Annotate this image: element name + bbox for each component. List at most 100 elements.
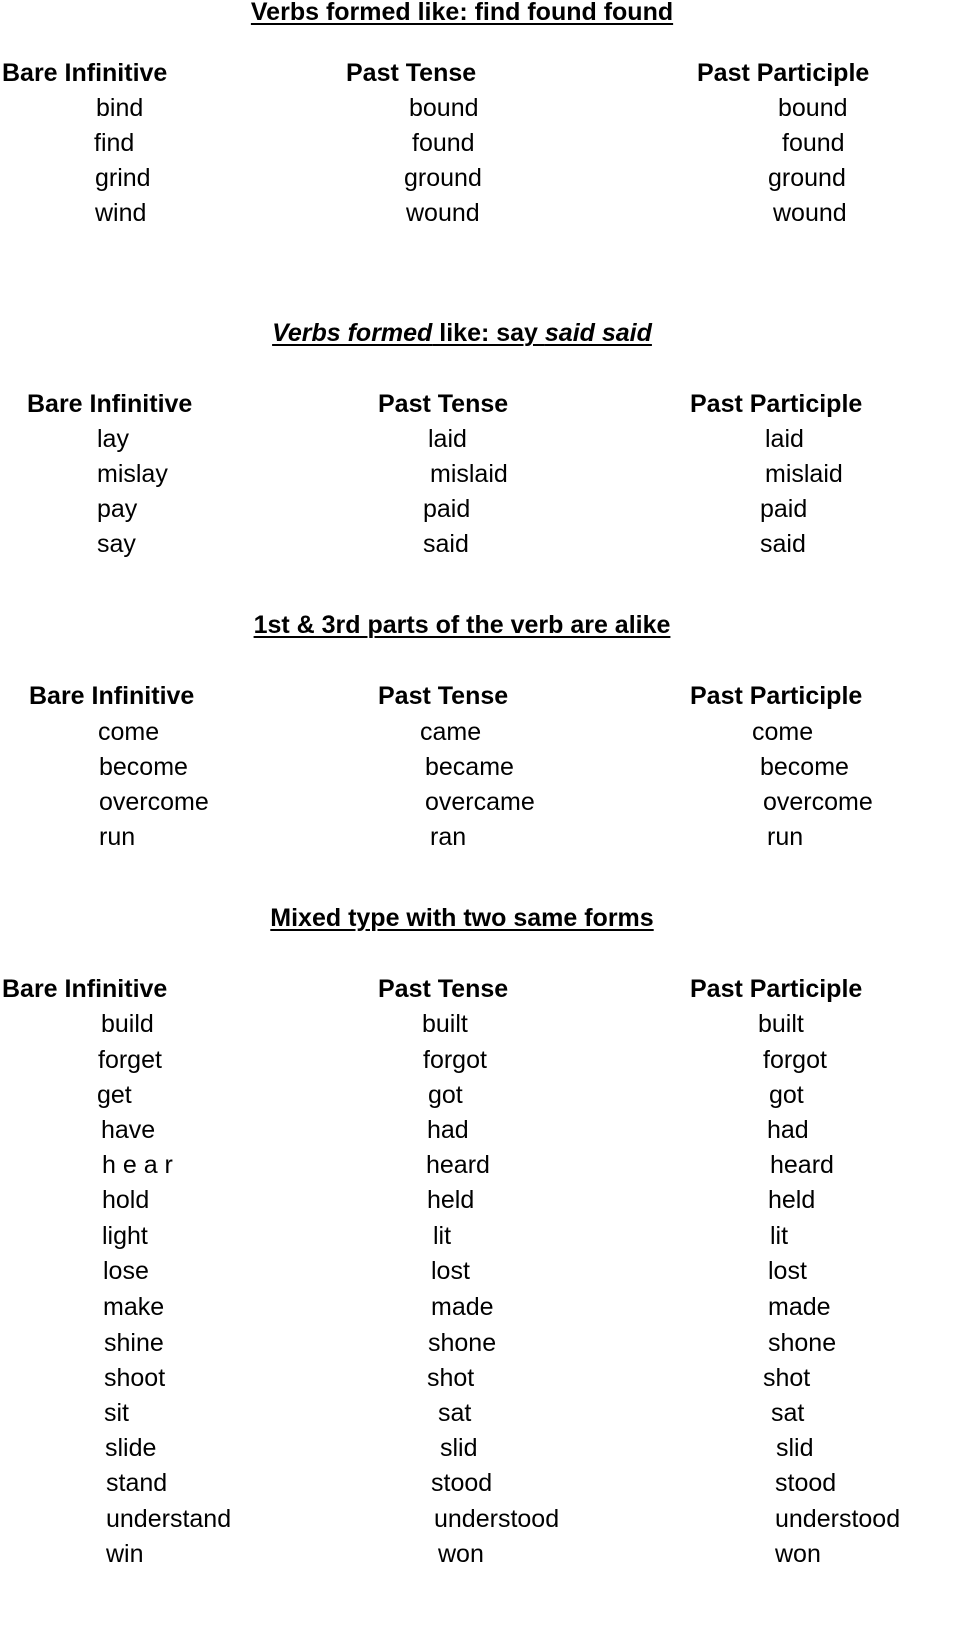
column-header-past: Past Tense xyxy=(378,390,509,418)
verb-bare: have xyxy=(101,1116,156,1144)
verb-past: found xyxy=(412,129,475,157)
verb-past: lost xyxy=(431,1257,470,1285)
verb-participle: laid xyxy=(765,425,804,453)
verb-participle: built xyxy=(758,1010,804,1038)
verb-participle: overcome xyxy=(763,788,873,816)
column-header-bare: Bare Infinitive xyxy=(2,975,168,1003)
verb-past: sat xyxy=(438,1399,472,1427)
verb-participle: stood xyxy=(775,1469,837,1497)
verb-past: forgot xyxy=(423,1046,487,1074)
verb-bare: bind xyxy=(96,94,144,122)
verb-participle: had xyxy=(767,1116,809,1144)
verb-participle: forgot xyxy=(763,1046,827,1074)
verb-bare: become xyxy=(99,753,188,781)
column-header-past: Past Tense xyxy=(346,59,477,87)
verb-bare: understand xyxy=(106,1505,232,1533)
verb-participle: sat xyxy=(771,1399,805,1427)
verb-participle: lost xyxy=(768,1257,807,1285)
verb-past: ran xyxy=(430,823,467,851)
verb-participle: bound xyxy=(778,94,848,122)
verb-past: won xyxy=(438,1540,484,1568)
column-header-participle: Past Participle xyxy=(697,59,870,87)
verb-past: built xyxy=(422,1010,468,1038)
verb-past: bound xyxy=(409,94,479,122)
verb-bare: sit xyxy=(104,1399,129,1427)
verb-past: overcame xyxy=(425,788,535,816)
verb-past: came xyxy=(420,718,482,746)
verb-past: held xyxy=(427,1186,475,1214)
verb-participle: ground xyxy=(768,164,846,192)
column-header-participle: Past Participle xyxy=(690,975,863,1003)
verb-past: said xyxy=(423,530,469,558)
verb-bare: find xyxy=(94,129,135,157)
verb-bare: run xyxy=(99,823,136,851)
verb-bare: pay xyxy=(97,495,138,523)
verb-bare: stand xyxy=(106,1469,168,1497)
verb-past: had xyxy=(427,1116,469,1144)
verb-bare: build xyxy=(101,1010,154,1038)
column-header-participle: Past Participle xyxy=(690,390,863,418)
verb-participle: won xyxy=(775,1540,821,1568)
verb-participle: understood xyxy=(775,1505,901,1533)
verb-bare: lose xyxy=(103,1257,149,1285)
column-header-participle: Past Participle xyxy=(690,682,863,710)
title-part: said said xyxy=(544,319,652,347)
column-header-past: Past Tense xyxy=(378,975,509,1003)
column-header-bare: Bare Infinitive xyxy=(2,59,168,87)
section-title: 1st & 3rd parts of the verb are alike xyxy=(0,610,924,640)
verb-bare: mislay xyxy=(97,460,168,488)
verb-bare: grind xyxy=(95,164,151,192)
section-title: Mixed type with two same forms xyxy=(0,903,924,933)
verb-participle: shot xyxy=(763,1364,811,1392)
verb-bare: get xyxy=(97,1081,132,1109)
verb-bare: forget xyxy=(98,1046,162,1074)
title-part: like: say xyxy=(432,319,545,347)
title-part: Verbs formed like: find found found xyxy=(250,0,674,26)
verb-participle: shone xyxy=(768,1329,837,1357)
verb-participle: slid xyxy=(776,1434,814,1462)
verb-participle: wound xyxy=(773,199,847,227)
verb-past: mislaid xyxy=(430,460,508,488)
verb-bare: shoot xyxy=(104,1364,166,1392)
verb-past: heard xyxy=(426,1151,490,1179)
column-header-past: Past Tense xyxy=(378,682,509,710)
verb-bare: shine xyxy=(104,1329,164,1357)
section-title: Verbs formed like: find found found xyxy=(0,0,924,27)
verb-participle: held xyxy=(768,1186,816,1214)
verb-participle: found xyxy=(782,129,845,157)
verb-bare: lay xyxy=(97,425,129,453)
verb-bare: overcome xyxy=(99,788,209,816)
verb-past: laid xyxy=(428,425,467,453)
column-header-bare: Bare Infinitive xyxy=(27,390,193,418)
verb-past: slid xyxy=(440,1434,478,1462)
verb-bare: h e a r xyxy=(102,1151,173,1179)
verb-past: made xyxy=(431,1293,494,1321)
section-title: Verbs formed like: say said said xyxy=(0,318,924,348)
verb-participle: run xyxy=(767,823,804,851)
verb-bare: say xyxy=(97,530,136,558)
verb-bare: wind xyxy=(95,199,147,227)
title-part: Verbs formed xyxy=(272,319,433,347)
verb-participle: mislaid xyxy=(765,460,843,488)
verb-past: shot xyxy=(427,1364,475,1392)
verb-participle: paid xyxy=(760,495,808,523)
verb-participle: made xyxy=(768,1293,831,1321)
verb-bare: make xyxy=(103,1293,165,1321)
verb-bare: slide xyxy=(105,1434,157,1462)
verb-participle: got xyxy=(769,1081,804,1109)
title-part: 1st & 3rd parts of the verb are alike xyxy=(253,611,671,639)
verb-past: understood xyxy=(434,1505,560,1533)
verb-bare: win xyxy=(106,1540,144,1568)
verb-participle: lit xyxy=(770,1222,789,1250)
verb-past: stood xyxy=(431,1469,493,1497)
verb-bare: hold xyxy=(102,1186,150,1214)
column-header-bare: Bare Infinitive xyxy=(29,682,195,710)
verb-participle: heard xyxy=(770,1151,834,1179)
verb-past: paid xyxy=(423,495,471,523)
verb-bare: light xyxy=(102,1222,148,1250)
verb-past: shone xyxy=(428,1329,497,1357)
verb-past: became xyxy=(425,753,514,781)
verb-bare: come xyxy=(98,718,160,746)
verb-past: ground xyxy=(404,164,482,192)
verb-past: wound xyxy=(406,199,480,227)
